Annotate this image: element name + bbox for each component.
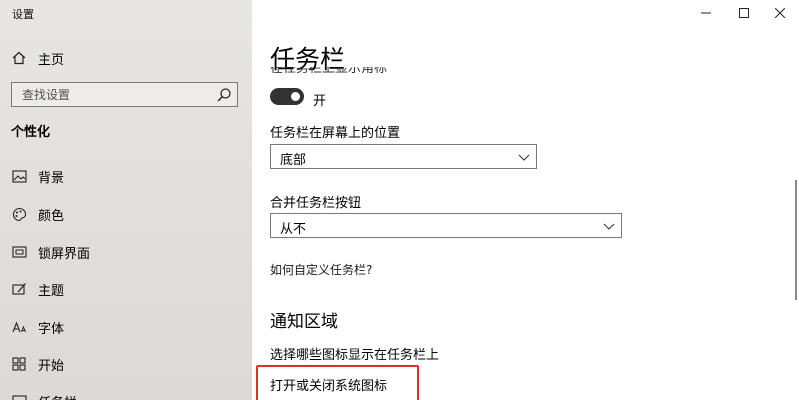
maximize-button[interactable] (724, 0, 764, 26)
combine-buttons-label: 合并任务栏按钮 (270, 196, 362, 211)
window-title: 设置 (12, 8, 34, 21)
start-icon (11, 356, 27, 372)
scrollbar[interactable] (795, 180, 797, 300)
minimize-button[interactable] (686, 0, 726, 26)
search-icon[interactable] (216, 87, 232, 103)
search-input[interactable] (12, 83, 212, 106)
search-field[interactable] (11, 82, 238, 107)
minimize-icon (701, 12, 711, 14)
sidebar-item-label: 颜色 (38, 208, 65, 224)
dropdown-value: 从不 (280, 222, 307, 237)
sidebar-item-background[interactable]: 背景 (0, 161, 252, 191)
cut-text-label: 在任务栏上显示角标 (270, 67, 388, 76)
taskbar-position-dropdown[interactable]: 底部 (270, 144, 537, 169)
sidebar-item-label: 开始 (38, 358, 65, 374)
sidebar: 设置 主页 个性化 背景 颜色 锁屏界面 主题 (0, 0, 252, 400)
sidebar-item-lock-screen[interactable]: 锁屏界面 (0, 237, 252, 267)
sidebar-item-themes[interactable]: 主题 (0, 274, 252, 304)
sidebar-item-colors[interactable]: 颜色 (0, 199, 252, 229)
notification-area-heading: 通知区域 (270, 312, 338, 332)
close-icon (775, 8, 785, 18)
sidebar-item-fonts[interactable]: 字体 (0, 312, 252, 342)
sidebar-item-label: 主题 (38, 283, 65, 299)
sidebar-item-label: 锁屏界面 (38, 246, 91, 262)
lock-screen-icon (11, 244, 27, 260)
sidebar-item-label: 字体 (38, 321, 65, 337)
toggle-state-label: 开 (313, 94, 327, 109)
sidebar-item-start[interactable]: 开始 (0, 349, 252, 379)
chevron-down-icon (603, 223, 615, 230)
sidebar-item-home[interactable]: 主页 (0, 43, 252, 73)
close-button[interactable] (760, 0, 799, 26)
dropdown-value: 底部 (280, 153, 307, 168)
sidebar-item-taskbar[interactable]: 任务栏 (0, 386, 252, 400)
sidebar-item-label: 任务栏 (38, 392, 77, 400)
palette-icon (11, 206, 27, 222)
combine-buttons-dropdown[interactable]: 从不 (270, 213, 622, 238)
sidebar-item-label: 主页 (38, 52, 65, 68)
main-panel: 任务栏 在任务栏上显示角标 开 任务栏在屏幕上的位置 底部 合并任务栏按钮 从不… (252, 0, 799, 400)
chevron-down-icon (518, 154, 530, 161)
section-title: 个性化 (11, 125, 51, 140)
badge-toggle-switch[interactable] (270, 88, 304, 105)
system-icons-toggle-link[interactable]: 打开或关闭系统图标 (270, 375, 387, 394)
home-icon (11, 50, 27, 66)
brush-icon (11, 281, 27, 297)
toggle-knob (291, 92, 300, 101)
partially-hidden-setting-label: 在任务栏上显示角标 (270, 67, 387, 76)
sidebar-item-label: 背景 (38, 170, 65, 186)
taskbar-icon (11, 393, 27, 400)
font-icon (11, 319, 27, 335)
picture-icon (11, 168, 27, 184)
taskbar-position-label: 任务栏在屏幕上的位置 (270, 126, 401, 141)
customize-taskbar-help-link[interactable]: 如何自定义任务栏? (270, 261, 372, 278)
choose-taskbar-icons-link[interactable]: 选择哪些图标显示在任务栏上 (270, 344, 439, 363)
maximize-icon (739, 8, 749, 18)
